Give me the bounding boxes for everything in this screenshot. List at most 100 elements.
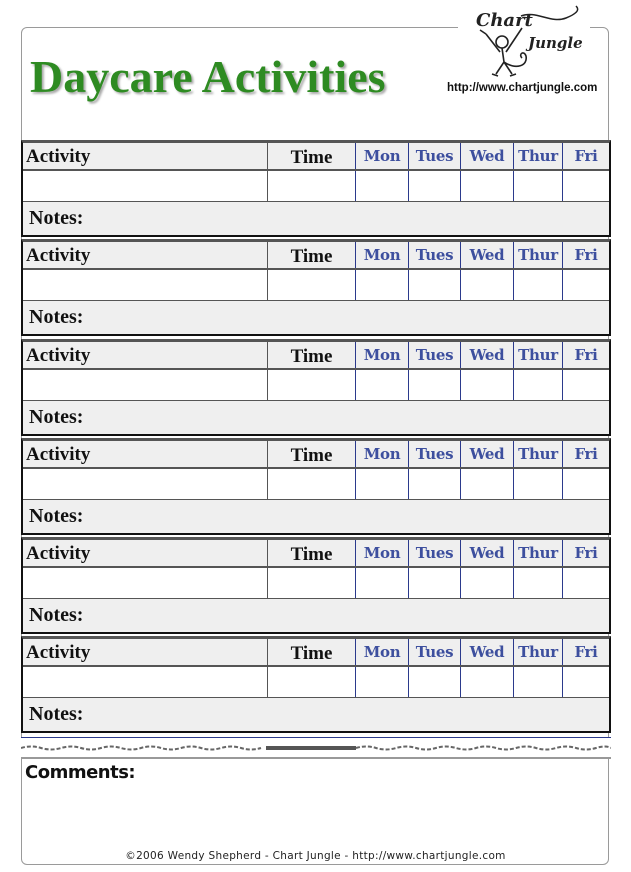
day-label: Thur	[518, 643, 558, 661]
logo-text-bottom: Jungle	[525, 34, 583, 52]
day-label: Mon	[363, 246, 401, 264]
notes-row[interactable]: Notes:	[23, 202, 609, 235]
day-check-field[interactable]	[355, 370, 408, 400]
day-header: Wed	[460, 441, 513, 467]
day-check-field[interactable]	[408, 270, 460, 300]
activity-block: Activity Time Mon Tues Wed Thur Fri Notes:	[21, 537, 611, 634]
day-label: Wed	[469, 445, 505, 463]
notes-label: Notes:	[29, 406, 84, 428]
day-label: Thur	[518, 147, 558, 165]
activity-field[interactable]	[23, 667, 267, 697]
activity-header: Activity	[23, 242, 267, 268]
time-field[interactable]	[267, 270, 355, 300]
logo-url[interactable]: http://www.chartjungle.com	[447, 82, 597, 94]
day-label: Thur	[518, 445, 558, 463]
day-check-field[interactable]	[513, 270, 562, 300]
day-check-field[interactable]	[513, 171, 562, 201]
day-label: Fri	[574, 346, 598, 364]
time-field[interactable]	[267, 469, 355, 499]
comments-label: Comments:	[25, 762, 136, 783]
day-check-field[interactable]	[408, 171, 460, 201]
day-check-field[interactable]	[460, 568, 513, 598]
activity-header: Activity	[23, 540, 267, 566]
time-field[interactable]	[267, 370, 355, 400]
header-row: Activity Time Mon Tues Wed Thur Fri	[23, 441, 609, 469]
time-header: Time	[267, 540, 355, 566]
notes-row[interactable]: Notes:	[23, 500, 609, 533]
time-header: Time	[267, 143, 355, 169]
day-check-field[interactable]	[355, 469, 408, 499]
day-check-field[interactable]	[460, 270, 513, 300]
comments-field[interactable]	[22, 786, 608, 846]
day-check-field[interactable]	[355, 171, 408, 201]
day-check-field[interactable]	[355, 667, 408, 697]
day-label: Wed	[469, 346, 505, 364]
time-label: Time	[290, 544, 333, 565]
day-header: Fri	[562, 540, 609, 566]
activity-field[interactable]	[23, 171, 267, 201]
day-label: Fri	[574, 544, 598, 562]
time-field[interactable]	[267, 667, 355, 697]
day-check-field[interactable]	[562, 370, 609, 400]
day-check-field[interactable]	[408, 469, 460, 499]
day-header: Wed	[460, 540, 513, 566]
day-label: Fri	[574, 445, 598, 463]
day-header: Tues	[408, 342, 460, 368]
day-header: Mon	[355, 143, 408, 169]
day-check-field[interactable]	[513, 568, 562, 598]
day-check-field[interactable]	[562, 270, 609, 300]
day-header: Thur	[513, 342, 562, 368]
notes-row[interactable]: Notes:	[23, 401, 609, 434]
day-label: Tues	[415, 445, 454, 463]
activity-header: Activity	[23, 639, 267, 665]
notes-row[interactable]: Notes:	[23, 599, 609, 632]
time-header: Time	[267, 242, 355, 268]
time-field[interactable]	[267, 171, 355, 201]
day-header: Thur	[513, 441, 562, 467]
day-header: Mon	[355, 242, 408, 268]
entry-row	[23, 270, 609, 301]
day-check-field[interactable]	[562, 667, 609, 697]
notes-label: Notes:	[29, 306, 84, 328]
entry-row	[23, 568, 609, 599]
activity-label: Activity	[26, 642, 91, 663]
day-check-field[interactable]	[355, 270, 408, 300]
time-label: Time	[290, 643, 333, 664]
logo-text-top: Chart	[476, 10, 534, 31]
activity-header: Activity	[23, 441, 267, 467]
notes-row[interactable]: Notes:	[23, 698, 609, 731]
day-check-field[interactable]	[408, 568, 460, 598]
day-check-field[interactable]	[460, 469, 513, 499]
activity-field[interactable]	[23, 370, 267, 400]
day-check-field[interactable]	[460, 667, 513, 697]
monkey-icon	[479, 27, 527, 77]
day-header: Mon	[355, 639, 408, 665]
day-check-field[interactable]	[562, 568, 609, 598]
entry-row	[23, 667, 609, 698]
day-check-field[interactable]	[408, 370, 460, 400]
day-check-field[interactable]	[513, 370, 562, 400]
day-header: Fri	[562, 441, 609, 467]
day-check-field[interactable]	[513, 469, 562, 499]
day-check-field[interactable]	[513, 667, 562, 697]
activity-label: Activity	[26, 345, 91, 366]
notes-label: Notes:	[29, 505, 84, 527]
time-label: Time	[290, 346, 333, 367]
activity-field[interactable]	[23, 469, 267, 499]
activity-field[interactable]	[23, 568, 267, 598]
activity-field[interactable]	[23, 270, 267, 300]
day-header: Wed	[460, 242, 513, 268]
day-check-field[interactable]	[562, 469, 609, 499]
notes-row[interactable]: Notes:	[23, 301, 609, 334]
day-check-field[interactable]	[460, 370, 513, 400]
day-check-field[interactable]	[460, 171, 513, 201]
header-row: Activity Time Mon Tues Wed Thur Fri	[23, 342, 609, 370]
day-check-field[interactable]	[562, 171, 609, 201]
day-label: Wed	[469, 643, 505, 661]
time-field[interactable]	[267, 568, 355, 598]
day-header: Fri	[562, 639, 609, 665]
notes-label: Notes:	[29, 703, 84, 725]
day-check-field[interactable]	[408, 667, 460, 697]
day-check-field[interactable]	[355, 568, 408, 598]
time-header: Time	[267, 342, 355, 368]
